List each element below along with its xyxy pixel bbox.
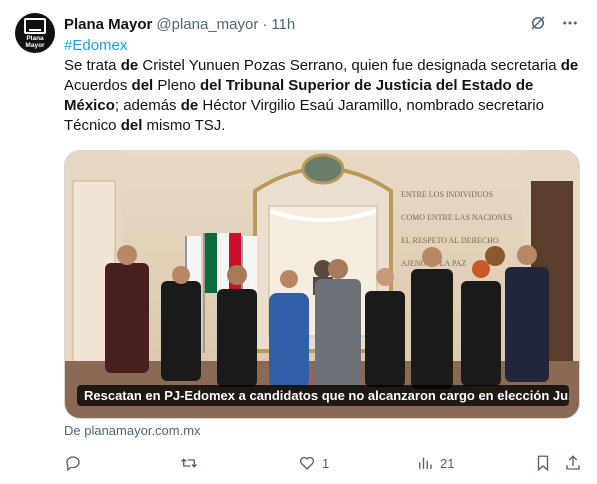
avatar-logo-text-2: Mayor (25, 41, 45, 49)
reply-button[interactable] (64, 454, 88, 472)
wall-inscription-line: EL RESPETO AL DERECHO (401, 236, 499, 245)
tweet-text-segment: mismo TSJ. (142, 117, 226, 134)
tweet-text-segment: de (180, 97, 199, 114)
views-button[interactable]: 21 (416, 454, 454, 472)
like-count: 1 (322, 455, 330, 471)
media-caption: Rescatan en PJ-Edomex a candidatos que n… (77, 385, 569, 406)
top-actions (529, 14, 579, 32)
tweet-text-segment: de (120, 57, 139, 74)
action-bar: 1 21 (64, 452, 584, 476)
tweet-timestamp[interactable]: 11h (271, 16, 295, 33)
tweet-text-segment: de (560, 57, 579, 74)
like-button[interactable]: 1 (298, 454, 329, 472)
tweet-header: Plana Mayor @plana_mayor · 11h (64, 14, 295, 34)
news-photo: ENTRE LOS INDIVIDUOS COMO ENTRE LAS NACIO… (65, 151, 579, 418)
retweet-button[interactable] (180, 454, 204, 472)
bookmark-button[interactable] (534, 454, 552, 472)
tweet-text-segment: Acuerdos (64, 77, 132, 94)
reply-icon (66, 456, 80, 472)
views-count: 21 (440, 455, 455, 471)
more-options-icon[interactable] (561, 14, 579, 32)
avatar[interactable]: Plana Mayor (15, 13, 55, 53)
tweet-text-segment: del (131, 77, 154, 94)
link-source[interactable]: De planamayor.com.mx (64, 423, 201, 438)
avatar-logo-text-1: Plana (26, 34, 44, 42)
heart-icon (299, 456, 315, 470)
tweet-text-segment: ; además (114, 97, 181, 114)
tweet-body-text: Se trata de Cristel Yunuen Pozas Serrano… (64, 56, 584, 136)
tweet-text-segment: del (120, 117, 143, 134)
share-button[interactable] (564, 454, 582, 472)
tweet-media-card[interactable]: ENTRE LOS INDIVIDUOS COMO ENTRE LAS NACIO… (64, 150, 580, 419)
plana-mayor-logo-icon (24, 17, 46, 34)
wall-inscription-line: COMO ENTRE LAS NACIONES (401, 213, 512, 222)
tweet-text: #Edomex Se trata de Cristel Yunuen Pozas… (64, 36, 584, 136)
hashtag-link[interactable]: #Edomex (64, 36, 584, 56)
author-name[interactable]: Plana Mayor (64, 16, 152, 33)
grok-icon[interactable] (529, 14, 547, 32)
tweet-text-segment: Cristel Yunuen Pozas Serrano, quien fue … (138, 57, 561, 74)
bar-chart-icon (419, 457, 432, 469)
share-icon (566, 455, 580, 470)
bookmark-icon (537, 455, 549, 472)
wall-inscription-line: ENTRE LOS INDIVIDUOS (401, 190, 493, 199)
separator-dot: · (262, 15, 268, 33)
retweet-icon (181, 458, 197, 468)
tweet-text-segment: Pleno (153, 77, 200, 94)
author-handle[interactable]: @plana_mayor (156, 16, 258, 33)
tweet-text-segment: Se trata (64, 57, 121, 74)
